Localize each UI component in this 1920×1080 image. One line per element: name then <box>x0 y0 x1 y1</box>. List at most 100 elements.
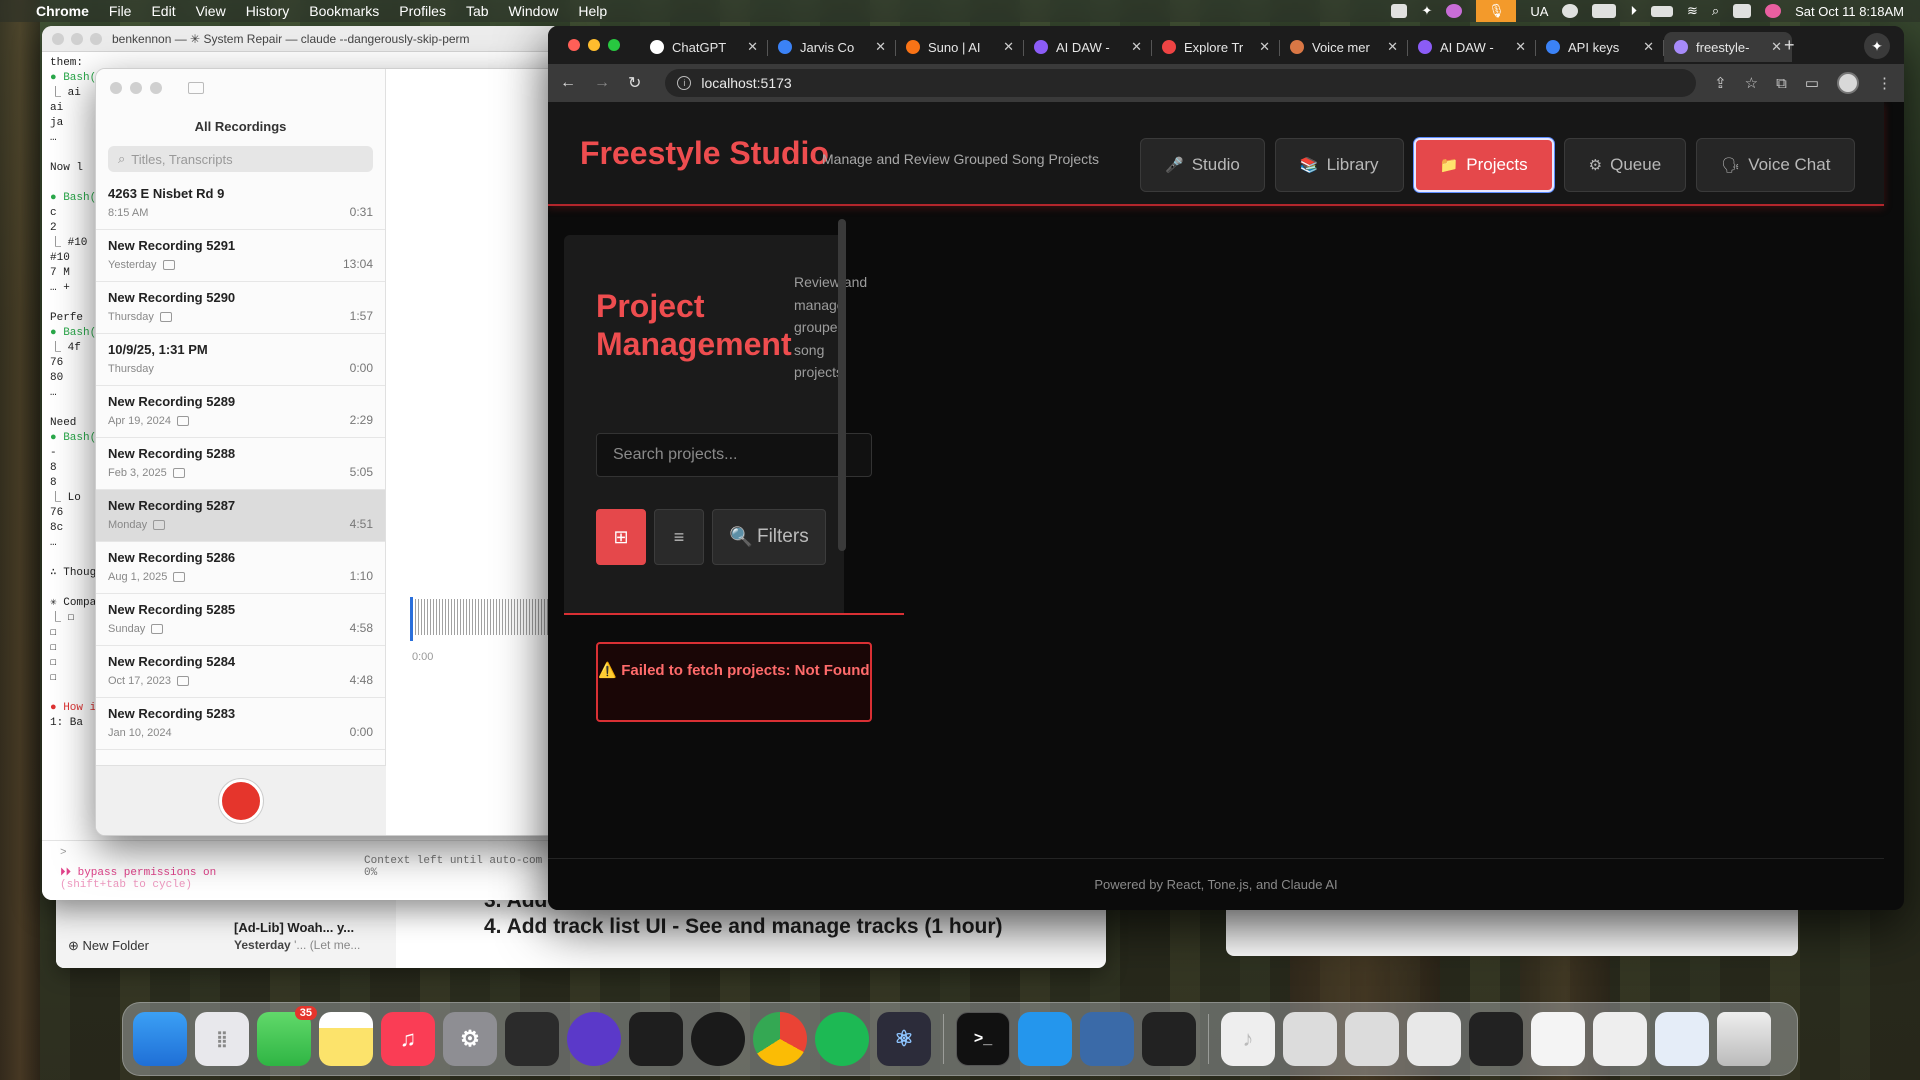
music-icon[interactable]: ♫ <box>381 1012 435 1066</box>
play-icon[interactable]: ⏵ <box>1630 3 1637 19</box>
sidebar-toggle-icon[interactable] <box>188 82 204 94</box>
notes-icon[interactable] <box>319 1012 373 1066</box>
recording-item[interactable]: New Recording 5289 Apr 19, 2024 2:29 <box>96 386 385 438</box>
recordings-search-input[interactable]: ⌕ Titles, Transcripts <box>108 146 373 172</box>
project-search-input[interactable]: Search projects... <box>596 433 872 477</box>
recording-item[interactable]: New Recording 5285 Sunday 4:58 <box>96 594 385 646</box>
app-brand[interactable]: Freestyle Studio <box>580 135 829 172</box>
browser-tab[interactable]: ChatGPT ✕ <box>640 32 768 62</box>
downloads-thumb-icon[interactable] <box>1655 1012 1709 1066</box>
recording-item[interactable]: New Recording 5283 Jan 10, 2024 0:00 <box>96 698 385 750</box>
recording-item[interactable]: New Recording 5287 Monday 4:51 <box>96 490 385 542</box>
tab-close-icon[interactable]: ✕ <box>1003 39 1014 55</box>
bookmark-star-icon[interactable]: ☆ <box>1745 74 1758 92</box>
browser-tab[interactable]: API keys ✕ <box>1536 32 1664 62</box>
folder-stack-icon[interactable] <box>1283 1012 1337 1066</box>
browser-tab[interactable]: Jarvis Co ✕ <box>768 32 896 62</box>
launchpad-icon[interactable]: ⣿ <box>195 1012 249 1066</box>
list-view-button[interactable]: ≡ <box>654 509 704 565</box>
wifi-icon[interactable]: ≋ <box>1687 3 1698 19</box>
microphone-icon[interactable]: 🎙 <box>1476 0 1517 22</box>
waveform[interactable] <box>412 599 564 635</box>
browser-tab[interactable]: AI DAW - ✕ <box>1024 32 1152 62</box>
recording-item[interactable]: New Recording 5286 Aug 1, 2025 1:10 <box>96 542 385 594</box>
recording-item[interactable]: New Recording 5288 Feb 3, 2025 5:05 <box>96 438 385 490</box>
tab-close-icon[interactable]: ✕ <box>875 39 886 55</box>
tab-close-icon[interactable]: ✕ <box>1643 39 1654 55</box>
browser-tab[interactable]: freestyle- ✕ <box>1664 32 1792 62</box>
zoom-icon[interactable] <box>150 82 162 94</box>
menu-history[interactable]: History <box>246 3 290 19</box>
menu-view[interactable]: View <box>196 3 226 19</box>
messages-icon[interactable]: 35 <box>257 1006 317 1066</box>
vpn-icon[interactable] <box>1562 4 1579 18</box>
new-tab-button[interactable]: + <box>1784 35 1795 56</box>
preview-icon[interactable] <box>1080 1012 1134 1066</box>
record-button[interactable] <box>219 778 263 823</box>
document-thumb-icon[interactable] <box>1407 1012 1461 1066</box>
menu-app-name[interactable]: Chrome <box>36 3 89 19</box>
recording-item[interactable]: 10/9/25, 1:31 PM Thursday 0:00 <box>96 334 385 386</box>
spotlight-icon[interactable]: ⌕ <box>1712 3 1719 19</box>
new-folder-button[interactable]: ⊕ New Folder <box>68 938 149 954</box>
chrome-menu-icon[interactable]: ⋮ <box>1877 74 1892 92</box>
browser-tab[interactable]: Voice mer ✕ <box>1280 32 1408 62</box>
menu-edit[interactable]: Edit <box>151 3 175 19</box>
screenshot-thumb-icon[interactable] <box>1531 1012 1585 1066</box>
tab-close-icon[interactable]: ✕ <box>747 39 758 55</box>
voice-memos-icon[interactable] <box>1142 1012 1196 1066</box>
browser-tab[interactable]: Suno | AI ✕ <box>896 32 1024 62</box>
cloud-status-icon[interactable] <box>1391 4 1408 18</box>
tab-close-icon[interactable]: ✕ <box>1387 39 1398 55</box>
trash-icon[interactable] <box>1717 1012 1771 1066</box>
forward-icon[interactable]: → <box>594 74 610 92</box>
system-settings-icon[interactable]: ⚙ <box>443 1012 497 1066</box>
menu-help[interactable]: Help <box>578 3 607 19</box>
browser-tab[interactable]: AI DAW - ✕ <box>1408 32 1536 62</box>
sidepanel-icon[interactable]: ▭ <box>1805 74 1819 92</box>
playhead[interactable] <box>410 597 413 641</box>
logic-icon[interactable] <box>505 1012 559 1066</box>
back-icon[interactable]: ← <box>560 74 576 92</box>
mainstage-icon[interactable] <box>629 1012 683 1066</box>
docker-icon[interactable] <box>1018 1012 1072 1066</box>
gemini-icon[interactable]: ✦ <box>1864 33 1890 59</box>
minimize-icon[interactable] <box>130 82 142 94</box>
minimize-icon[interactable] <box>588 39 600 51</box>
tab-close-icon[interactable]: ✕ <box>1515 39 1526 55</box>
music-file-icon[interactable]: ♪ <box>1221 1012 1275 1066</box>
control-center-icon[interactable] <box>1733 4 1752 18</box>
recording-item[interactable]: New Recording 5284 Oct 17, 2023 4:48 <box>96 646 385 698</box>
zoom-icon[interactable] <box>90 32 102 45</box>
recording-item[interactable]: New Recording 5291 Yesterday 13:04 <box>96 230 385 282</box>
address-bar[interactable]: i localhost:5173 <box>665 69 1697 97</box>
atom-icon[interactable]: ⚛ <box>877 1012 931 1066</box>
filters-button[interactable]: 🔍 Filters <box>712 509 826 565</box>
grid-view-button[interactable]: ⊞ <box>596 509 646 565</box>
tab-close-icon[interactable]: ✕ <box>1771 39 1782 55</box>
nav-button-studio[interactable]: 🎤 Studio <box>1140 138 1265 192</box>
chrome-icon[interactable] <box>753 1012 807 1066</box>
tab-close-icon[interactable]: ✕ <box>1259 39 1270 55</box>
recording-item[interactable]: 4263 E Nisbet Rd 9 8:15 AM 0:31 <box>96 178 385 230</box>
close-icon[interactable] <box>110 82 122 94</box>
nav-button-projects[interactable]: 📁 Projects <box>1413 138 1554 192</box>
minimize-icon[interactable] <box>71 32 83 45</box>
battery-icon[interactable] <box>1650 5 1673 17</box>
recording-item[interactable]: New Recording 5290 Thursday 1:57 <box>96 282 385 334</box>
nav-button-queue[interactable]: ⚙ Queue <box>1563 138 1687 192</box>
document-thumb-icon[interactable] <box>1593 1012 1647 1066</box>
assistant-icon[interactable] <box>1446 4 1463 18</box>
menu-window[interactable]: Window <box>509 3 559 19</box>
menu-profiles[interactable]: Profiles <box>399 3 446 19</box>
screenshot-thumb-icon[interactable] <box>1469 1012 1523 1066</box>
site-info-icon[interactable]: i <box>677 76 692 90</box>
close-icon[interactable] <box>568 39 580 51</box>
extensions-icon[interactable]: ⧉ <box>1776 75 1787 92</box>
install-icon[interactable]: ⇪ <box>1714 74 1727 92</box>
menu-clock[interactable]: Sat Oct 11 8:18AM <box>1795 4 1904 19</box>
tab-close-icon[interactable]: ✕ <box>1131 39 1142 55</box>
reload-icon[interactable]: ↻ <box>628 73 641 93</box>
terminal-icon[interactable]: >_ <box>956 1012 1010 1066</box>
profile-avatar[interactable] <box>1837 72 1859 94</box>
